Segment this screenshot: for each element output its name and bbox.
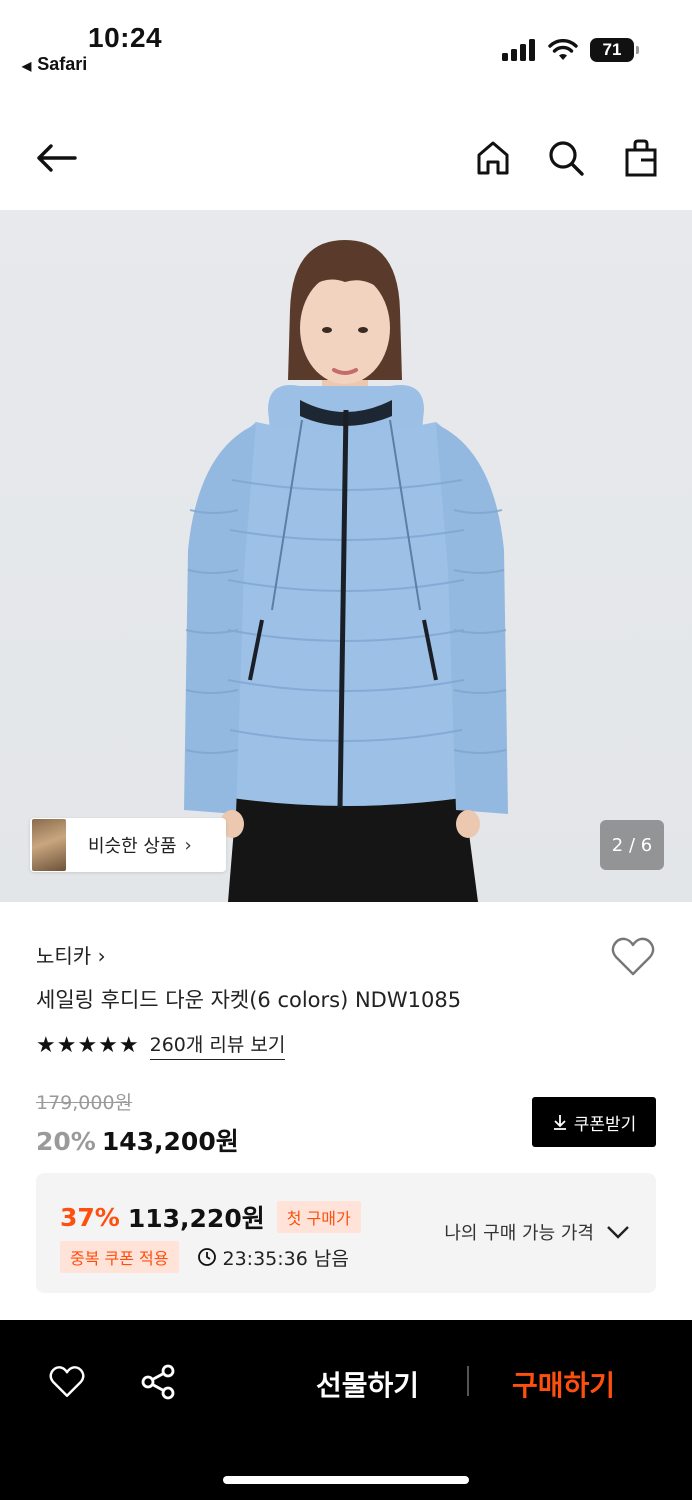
discount-rate: 20%: [36, 1127, 96, 1156]
sale-price: 143,200원: [101, 1127, 239, 1156]
countdown-timer: 23:35:36 남음: [197, 1244, 349, 1271]
shopping-bag-icon: [625, 139, 657, 177]
chevron-right-icon: ›: [184, 834, 192, 856]
chevron-right-icon: ›: [97, 944, 106, 968]
original-price: 179,000원: [36, 1092, 133, 1114]
bottom-wishlist-button[interactable]: [45, 1360, 89, 1404]
wifi-icon: [548, 39, 578, 60]
buy-button[interactable]: 구매하기: [512, 1364, 615, 1404]
home-indicator[interactable]: [223, 1476, 469, 1484]
clock-icon: [197, 1248, 216, 1266]
back-triangle-icon: ◀: [22, 59, 32, 73]
back-button[interactable]: [34, 136, 78, 180]
wishlist-button[interactable]: [610, 936, 656, 978]
coupon-timer-row: 중복 쿠폰 적용 23:35:36 남음: [60, 1241, 349, 1273]
status-indicators: 71: [502, 38, 639, 62]
search-icon: [549, 141, 584, 176]
status-time: 10:24: [88, 22, 163, 53]
best-price: 113,220원: [127, 1204, 265, 1233]
chevron-down-icon: [607, 1226, 629, 1239]
timer-text: 23:35:36 남음: [222, 1247, 349, 1270]
download-icon: [553, 1115, 566, 1130]
get-coupon-button[interactable]: 쿠폰받기: [532, 1097, 656, 1147]
cellular-signal-icon: [502, 39, 535, 61]
action-divider: [467, 1366, 469, 1396]
my-price-label: 나의 구매 가능 가격: [444, 1223, 594, 1244]
battery-indicator: 71: [590, 38, 639, 62]
rating-row: ★★★★★ 260개 리뷰 보기: [36, 1030, 286, 1060]
heart-icon: [611, 937, 655, 976]
first-purchase-badge: 첫 구매가: [276, 1201, 361, 1233]
bottom-action-bar: 선물하기 구매하기: [0, 1320, 692, 1500]
star-rating-icon: ★★★★★: [36, 1032, 140, 1058]
stacked-coupon-badge: 중복 쿠폰 적용: [60, 1241, 179, 1273]
home-icon: [477, 141, 509, 175]
product-name: 세일링 후디드 다운 자켓(6 colors) NDW1085: [36, 988, 462, 1012]
back-app-label: Safari: [37, 54, 88, 74]
similar-product-thumbnail: [32, 819, 66, 871]
top-navigation: [0, 110, 692, 206]
price-row: 20% 143,200원: [36, 1122, 239, 1158]
share-icon: [141, 1364, 175, 1400]
best-price-box: 37% 113,220원 첫 구매가 중복 쿠폰 적용 23:35:36 남음 …: [36, 1173, 656, 1293]
similar-products-button[interactable]: 비슷한 상품 ›: [30, 818, 226, 872]
share-button[interactable]: [136, 1360, 180, 1404]
similar-products-label: 비슷한 상품: [88, 836, 177, 857]
gift-button[interactable]: 선물하기: [316, 1364, 419, 1404]
home-button[interactable]: [471, 136, 515, 180]
my-price-dropdown[interactable]: 나의 구매 가능 가격: [444, 1219, 630, 1245]
coupon-label: 쿠폰받기: [573, 1114, 637, 1135]
product-image-gallery[interactable]: 비슷한 상품 › 2 / 6: [0, 210, 692, 902]
arrow-left-icon: [37, 144, 77, 172]
brand-link[interactable]: 노티카 ›: [36, 940, 106, 969]
image-pager: 2 / 6: [600, 820, 664, 870]
status-bar: 10:24 ◀ Safari 71: [0, 0, 692, 90]
back-to-app[interactable]: ◀ Safari: [22, 54, 87, 75]
brand-name: 노티카: [36, 944, 92, 968]
reviews-link[interactable]: 260개 리뷰 보기: [149, 1030, 286, 1060]
best-price-row: 37% 113,220원 첫 구매가: [60, 1199, 361, 1235]
best-discount-rate: 37%: [60, 1202, 120, 1232]
product-photo: [184, 240, 508, 902]
heart-icon: [49, 1366, 85, 1397]
cart-button[interactable]: [619, 136, 663, 180]
search-button[interactable]: [544, 136, 588, 180]
